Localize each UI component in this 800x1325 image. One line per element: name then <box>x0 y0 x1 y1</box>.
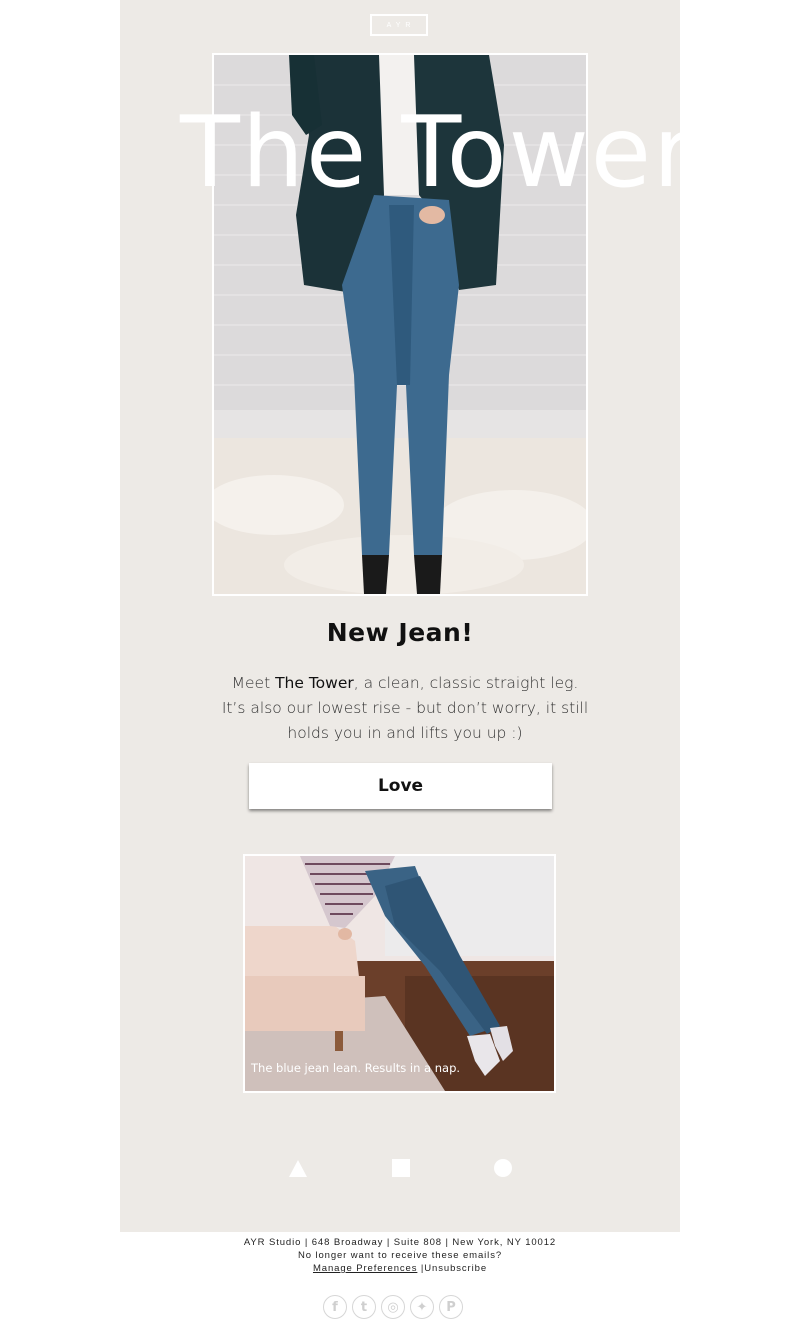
ayr-logo[interactable]: AYR <box>370 14 428 36</box>
hero-title: The Tower <box>180 96 696 210</box>
footer-unsubscribe-prompt: No longer want to receive these emails? <box>297 1250 503 1261</box>
promo-image[interactable]: The blue jean lean. Results in a nap. <box>243 854 556 1093</box>
social-links: f t ◎ ✦ P <box>323 1295 463 1321</box>
love-button[interactable]: Love <box>249 763 552 809</box>
square-icon[interactable] <box>391 1158 411 1178</box>
unsubscribe-link[interactable]: Unsubscribe <box>424 1263 487 1274</box>
tumblr-icon[interactable]: t <box>352 1295 376 1319</box>
body-product-name: The Tower <box>275 674 354 692</box>
headline: New Jean! <box>326 618 474 647</box>
body-copy: Meet The Tower, a clean, classic straigh… <box>220 671 590 746</box>
footer-address: AYR Studio | 648 Broadway | Suite 808 | … <box>243 1237 557 1248</box>
triangle-icon[interactable] <box>288 1158 308 1178</box>
promo-photo <box>245 856 554 1091</box>
footer-links: Manage Preferences |Unsubscribe <box>120 1262 680 1275</box>
promo-caption: The blue jean lean. Results in a nap. <box>251 1061 461 1075</box>
facebook-icon[interactable]: f <box>323 1295 347 1319</box>
manage-preferences-link[interactable]: Manage Preferences <box>313 1263 417 1274</box>
instagram-icon[interactable]: ◎ <box>381 1295 405 1319</box>
footer: AYR Studio | 648 Broadway | Suite 808 | … <box>120 1236 680 1275</box>
circle-icon[interactable] <box>493 1158 513 1178</box>
body-prefix: Meet <box>231 674 276 692</box>
twitter-icon[interactable]: ✦ <box>410 1295 434 1319</box>
shape-navigation <box>120 1156 680 1180</box>
pinterest-icon[interactable]: P <box>439 1295 463 1319</box>
